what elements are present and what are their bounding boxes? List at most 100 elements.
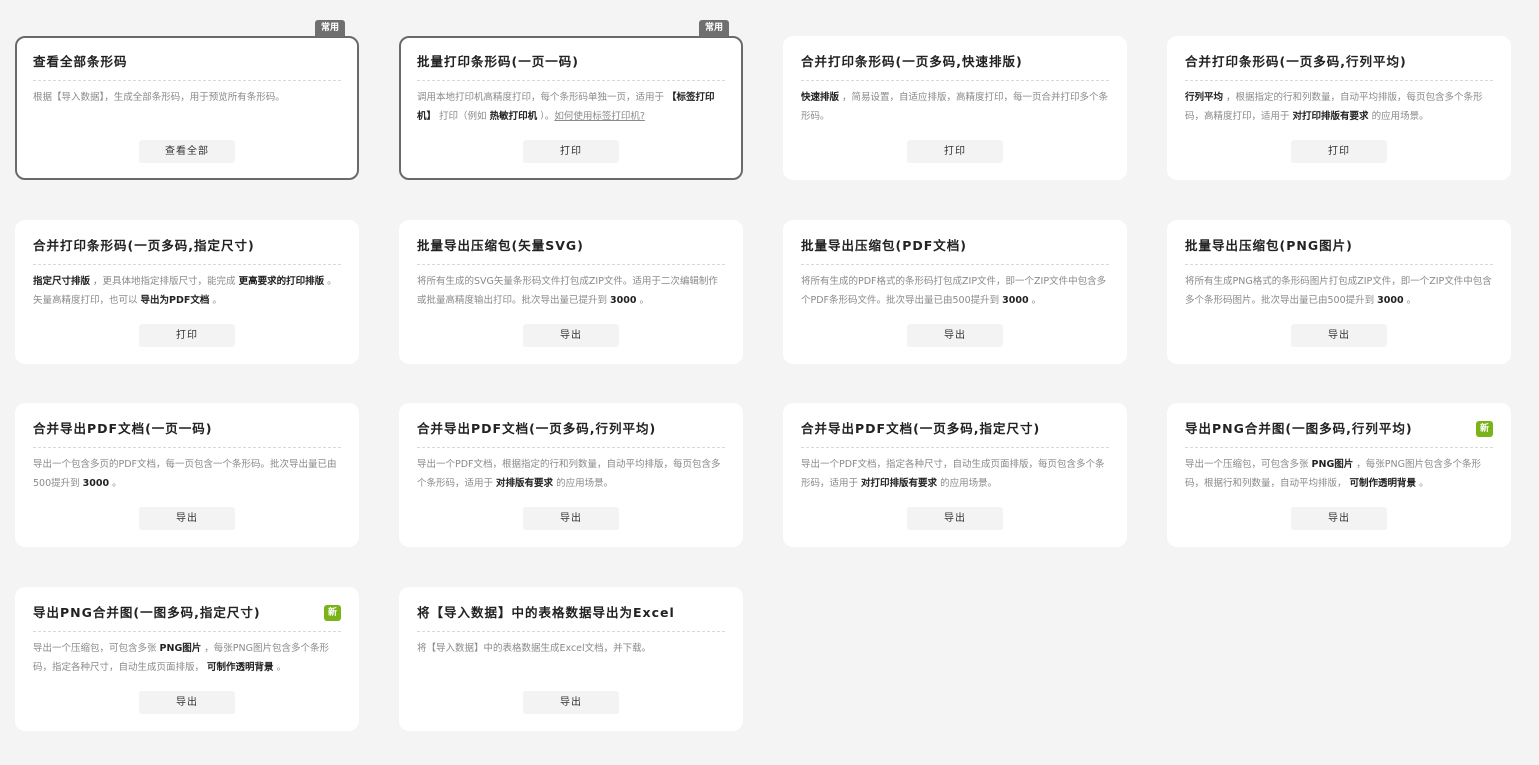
card-action-button[interactable]: 打印 xyxy=(907,140,1003,163)
highlight-text: 3000 xyxy=(82,477,110,489)
option-card: 新 导出PNG合并图(一图多码,行列平均) 导出一个压缩包，可包含多张 PNG图片 … xyxy=(1167,403,1511,547)
description-text: 将【导入数据】中的表格数据生成Excel文档，并下载。 xyxy=(417,643,652,654)
export-options-grid: 常用查看全部条形码根据【导入数据】，生成全部条形码，用于预览所有条形码。查看全部… xyxy=(0,0,1539,765)
highlight-text: 导出为PDF文档 xyxy=(140,294,210,306)
card-title: 批量打印条形码(一页一码) xyxy=(417,54,579,69)
card-action-button[interactable]: 打印 xyxy=(139,324,235,347)
highlight-text: 对排版有要求 xyxy=(496,477,554,489)
highlight-text: 对打印排版有要求 xyxy=(1292,110,1369,122)
highlight-text: 可制作透明背景 xyxy=(1349,477,1417,489)
card-divider xyxy=(1185,80,1493,81)
card-description: 导出一个压缩包，可包含多张 PNG图片 ，每张PNG图片包含多个条形码，根据行和… xyxy=(1185,456,1493,494)
card-action-button[interactable]: 导出 xyxy=(1291,507,1387,530)
card-description: 将所有生成的SVG矢量条形码文件打包成ZIP文件。适用于二次编辑制作或批量高精度… xyxy=(417,273,725,311)
description-text: 。 xyxy=(636,294,650,306)
card-title: 查看全部条形码 xyxy=(33,54,128,69)
card-divider xyxy=(801,264,1109,265)
option-card: 合并打印条形码(一页多码,快速排版) 快速排版 ，简易设置，自适应排版，高精度打印… xyxy=(783,36,1127,180)
description-text: ，简易设置，自适应排版，高精度打印，每一页合并打印多个条形码。 xyxy=(801,92,1109,122)
description-text: 的应用场景。 xyxy=(553,477,614,489)
card-title: 批量导出压缩包(PNG图片) xyxy=(1185,238,1353,253)
card-divider xyxy=(417,631,725,632)
card-description: 导出一个PDF文档，根据指定的行和列数量，自动平均排版，每页包含多个条形码，适用… xyxy=(417,456,725,494)
description-text: 的应用场景。 xyxy=(937,477,998,489)
highlight-text: PNG图片 xyxy=(159,643,202,654)
card-action-button[interactable]: 导出 xyxy=(907,507,1003,530)
card-title: 合并打印条形码(一页多码,行列平均) xyxy=(1185,54,1407,69)
card-divider xyxy=(33,631,341,632)
card-action-button[interactable]: 打印 xyxy=(1291,140,1387,163)
card-action-button[interactable]: 导出 xyxy=(1291,324,1387,347)
card-action-button[interactable]: 导出 xyxy=(139,507,235,530)
card-divider xyxy=(417,264,725,265)
card-description: 导出一个压缩包，可包含多张 PNG图片 ，每张PNG图片包含多个条形码，指定各种… xyxy=(33,640,341,678)
card-divider xyxy=(801,447,1109,448)
card-description: 将【导入数据】中的表格数据生成Excel文档，并下载。 xyxy=(417,640,725,678)
highlight-text: 对打印排版有要求 xyxy=(861,477,938,489)
card-divider xyxy=(417,447,725,448)
option-card: 批量导出压缩包(PNG图片) 将所有生成PNG格式的条形码图片打包成ZIP文件，即… xyxy=(1167,220,1511,364)
highlight-text: 3000 xyxy=(1002,294,1029,306)
common-badge: 常用 xyxy=(314,20,345,37)
highlight-text: 可制作透明背景 xyxy=(207,661,274,673)
description-text: 。 xyxy=(273,661,287,673)
card-action-button[interactable]: 导出 xyxy=(907,324,1003,347)
description-text: 导出一个压缩包，可包含多张 xyxy=(1185,459,1312,470)
card-title: 合并导出PDF文档(一页多码,行列平均) xyxy=(417,421,657,436)
option-card: 新 导出PNG合并图(一图多码,指定尺寸) 导出一个压缩包，可包含多张 PNG图片 … xyxy=(15,587,359,731)
card-action-button[interactable]: 导出 xyxy=(523,507,619,530)
description-text: 的应用场景。 xyxy=(1368,110,1429,122)
card-description: 根据【导入数据】，生成全部条形码，用于预览所有条形码。 xyxy=(33,89,341,127)
card-title: 合并导出PDF文档(一页多码,指定尺寸) xyxy=(801,421,1041,436)
option-card: 常用查看全部条形码根据【导入数据】，生成全部条形码，用于预览所有条形码。查看全部 xyxy=(15,20,359,180)
card-title: 合并导出PDF文档(一页一码) xyxy=(33,421,213,436)
card-divider xyxy=(1185,447,1493,448)
card-description: 行列平均 ，根据指定的行和列数量，自动平均排版，每页包含多个条形码，高精度打印，… xyxy=(1185,89,1493,127)
description-text: 将所有生成PNG格式的条形码图片打包成ZIP文件，即一个ZIP文件中包含多个条形… xyxy=(1185,276,1492,306)
new-badge: 新 xyxy=(1476,421,1493,437)
card-title: 导出PNG合并图(一图多码,行列平均) xyxy=(1185,421,1413,436)
help-link[interactable]: 如何使用标签打印机? xyxy=(554,111,645,122)
card-action-button[interactable]: 导出 xyxy=(139,691,235,714)
description-text: 打印（例如 xyxy=(436,110,490,122)
card-title: 导出PNG合并图(一图多码,指定尺寸) xyxy=(33,605,261,620)
highlight-text: PNG图片 xyxy=(1311,459,1354,470)
description-text: 将所有生成的PDF格式的条形码打包成ZIP文件，即一个ZIP文件中包含多个PDF… xyxy=(801,276,1107,306)
card-description: 指定尺寸排版 ，更具体地指定排版尺寸，能完成 更高要求的打印排版 。矢量高精度打… xyxy=(33,273,341,311)
new-badge: 新 xyxy=(324,605,341,621)
card-action-button[interactable]: 打印 xyxy=(523,140,619,163)
description-text: 。 xyxy=(209,294,222,306)
card-description: 将所有生成的PDF格式的条形码打包成ZIP文件，即一个ZIP文件中包含多个PDF… xyxy=(801,273,1109,311)
description-text: 。 xyxy=(1028,294,1042,306)
highlight-text: 行列平均 xyxy=(1185,92,1224,103)
option-card: 批量导出压缩包(PDF文档) 将所有生成的PDF格式的条形码打包成ZIP文件，即一… xyxy=(783,220,1127,364)
card-divider xyxy=(33,80,341,81)
description-text: ）。 xyxy=(537,110,555,122)
common-badge: 常用 xyxy=(698,20,729,37)
highlight-text: 快速排版 xyxy=(801,92,840,103)
card-description: 导出一个包含多页的PDF文档，每一页包含一个条形码。批次导出量已由500提升到 … xyxy=(33,456,341,494)
card-divider xyxy=(801,80,1109,81)
description-text: 。 xyxy=(1416,477,1429,489)
highlight-text: 热敏打印机 xyxy=(489,110,538,122)
highlight-text: 指定尺寸排版 xyxy=(33,276,91,287)
highlight-text: 3000 xyxy=(610,294,637,306)
option-card: 合并导出PDF文档(一页多码,行列平均) 导出一个PDF文档，根据指定的行和列数量… xyxy=(399,403,743,547)
card-action-button[interactable]: 导出 xyxy=(523,324,619,347)
card-title: 合并打印条形码(一页多码,快速排版) xyxy=(801,54,1023,69)
card-title: 将【导入数据】中的表格数据导出为Excel xyxy=(417,605,675,620)
description-text: 。 xyxy=(109,477,122,489)
card-action-button[interactable]: 导出 xyxy=(523,691,619,714)
description-text: 。 xyxy=(1403,294,1417,306)
card-description: 导出一个PDF文档，指定各种尺寸，自动生成页面排版，每页包含多个条形码，适用于 … xyxy=(801,456,1109,494)
card-divider xyxy=(33,447,341,448)
option-card: 将【导入数据】中的表格数据导出为Excel 将【导入数据】中的表格数据生成Exce… xyxy=(399,587,743,731)
description-text: 将所有生成的SVG矢量条形码文件打包成ZIP文件。适用于二次编辑制作或批量高精度… xyxy=(417,276,718,306)
option-card: 合并导出PDF文档(一页一码) 导出一个包含多页的PDF文档，每一页包含一个条形码… xyxy=(15,403,359,547)
highlight-text: 3000 xyxy=(1377,294,1404,306)
card-description: 将所有生成PNG格式的条形码图片打包成ZIP文件，即一个ZIP文件中包含多个条形… xyxy=(1185,273,1493,311)
card-title: 批量导出压缩包(矢量SVG) xyxy=(417,238,584,253)
card-description: 快速排版 ，简易设置，自适应排版，高精度打印，每一页合并打印多个条形码。 xyxy=(801,89,1109,127)
card-action-button[interactable]: 查看全部 xyxy=(139,140,235,163)
option-card: 批量导出压缩包(矢量SVG) 将所有生成的SVG矢量条形码文件打包成ZIP文件。适… xyxy=(399,220,743,364)
